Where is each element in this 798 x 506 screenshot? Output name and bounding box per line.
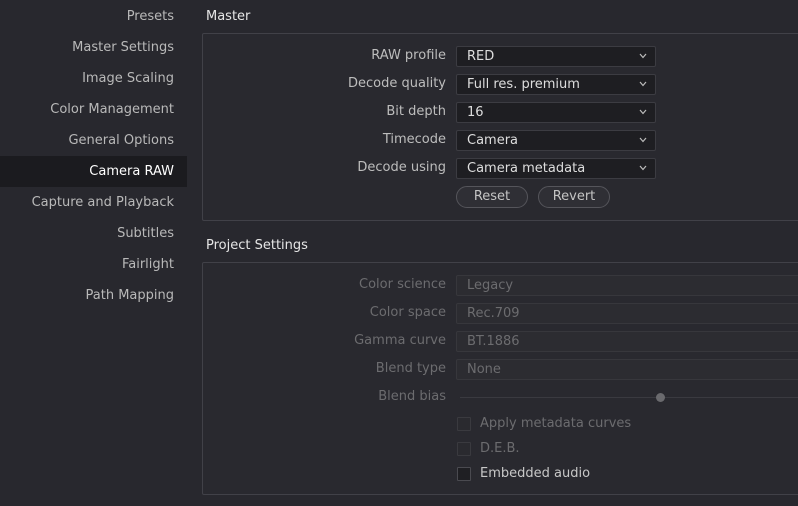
master-section-title: Master xyxy=(206,9,251,24)
timecode-value: Camera xyxy=(467,133,519,148)
decode-using-dropdown[interactable]: Camera metadata xyxy=(456,158,656,179)
sidebar-item-subtitles[interactable]: Subtitles xyxy=(0,218,187,249)
decode-using-value: Camera metadata xyxy=(467,161,586,176)
gamma-curve-dropdown: BT.1886 xyxy=(456,331,798,352)
sidebar-item-color-management[interactable]: Color Management xyxy=(0,94,187,125)
apply-metadata-curves-label: Apply metadata curves xyxy=(480,416,632,431)
apply-metadata-curves-checkbox xyxy=(457,417,471,431)
bit-depth-dropdown[interactable]: 16 xyxy=(456,102,656,123)
sidebar-item-capture-and-playback[interactable]: Capture and Playback xyxy=(0,187,187,218)
sidebar: Presets Master Settings Image Scaling Co… xyxy=(0,0,187,506)
embedded-audio-checkbox[interactable] xyxy=(457,467,471,481)
decode-quality-dropdown[interactable]: Full res. premium xyxy=(456,74,656,95)
decode-quality-value: Full res. premium xyxy=(467,77,580,92)
blend-type-dropdown: None xyxy=(456,359,798,380)
blend-bias-slider-handle xyxy=(656,393,665,402)
blend-bias-slider-track xyxy=(460,397,798,398)
blend-bias-label: Blend bias xyxy=(378,389,446,404)
chevron-down-icon xyxy=(639,53,647,59)
revert-button[interactable]: Revert xyxy=(538,186,610,208)
color-space-value: Rec.709 xyxy=(467,306,520,321)
decode-quality-label: Decode quality xyxy=(348,76,446,91)
gamma-curve-label: Gamma curve xyxy=(354,333,446,348)
blend-type-value: None xyxy=(467,362,501,377)
timecode-dropdown[interactable]: Camera xyxy=(456,130,656,151)
deb-label: D.E.B. xyxy=(480,441,520,456)
sidebar-item-fairlight[interactable]: Fairlight xyxy=(0,249,187,280)
color-science-label: Color science xyxy=(359,277,446,292)
raw-profile-value: RED xyxy=(467,49,495,64)
reset-button[interactable]: Reset xyxy=(456,186,528,208)
sidebar-item-master-settings[interactable]: Master Settings xyxy=(0,32,187,63)
raw-profile-label: RAW profile xyxy=(371,48,446,63)
chevron-down-icon xyxy=(639,165,647,171)
sidebar-item-general-options[interactable]: General Options xyxy=(0,125,187,156)
color-space-dropdown: Rec.709 xyxy=(456,303,798,324)
sidebar-item-presets[interactable]: Presets xyxy=(0,1,187,32)
sidebar-item-image-scaling[interactable]: Image Scaling xyxy=(0,63,187,94)
chevron-down-icon xyxy=(639,109,647,115)
raw-profile-dropdown[interactable]: RED xyxy=(456,46,656,67)
color-science-dropdown: Legacy xyxy=(456,275,798,296)
sidebar-item-path-mapping[interactable]: Path Mapping xyxy=(0,280,187,311)
bit-depth-value: 16 xyxy=(467,105,484,120)
blend-type-label: Blend type xyxy=(375,361,446,376)
project-settings-section-title: Project Settings xyxy=(206,238,308,253)
deb-checkbox xyxy=(457,442,471,456)
embedded-audio-label[interactable]: Embedded audio xyxy=(480,466,590,481)
chevron-down-icon xyxy=(639,137,647,143)
chevron-down-icon xyxy=(639,81,647,87)
sidebar-item-camera-raw[interactable]: Camera RAW xyxy=(0,156,187,187)
gamma-curve-value: BT.1886 xyxy=(467,334,520,349)
color-space-label: Color space xyxy=(369,305,446,320)
bit-depth-label: Bit depth xyxy=(386,104,446,119)
decode-using-label: Decode using xyxy=(357,160,446,175)
timecode-label: Timecode xyxy=(382,132,446,147)
color-science-value: Legacy xyxy=(467,278,514,293)
